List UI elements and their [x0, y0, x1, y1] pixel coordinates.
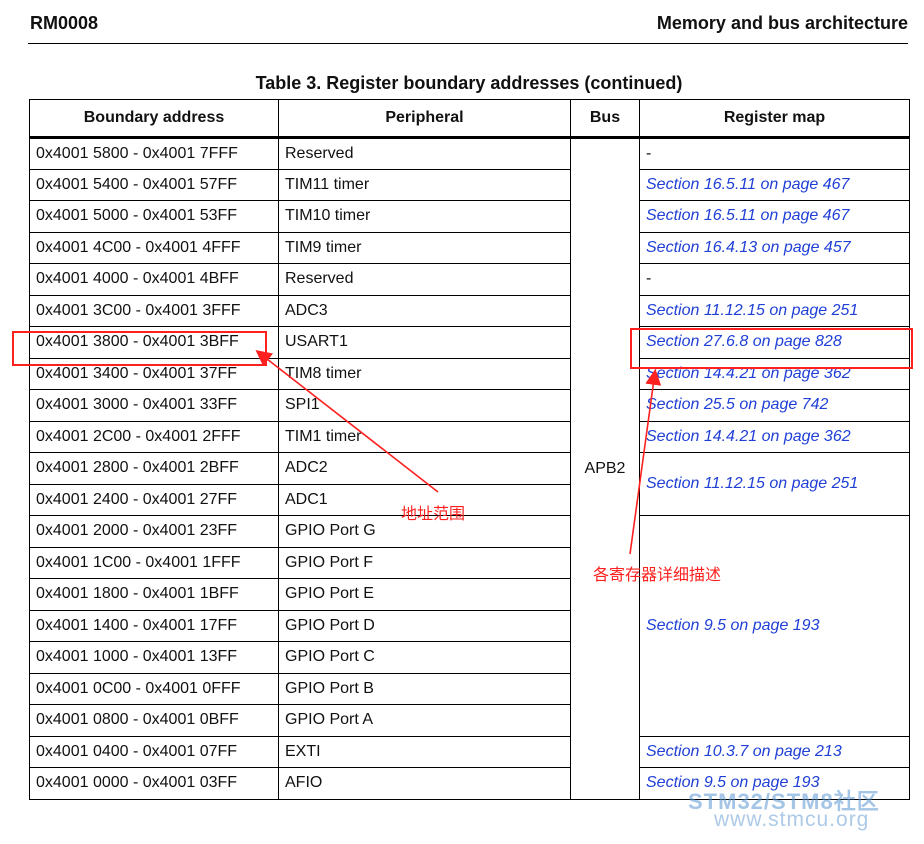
- address-range-note: 地址范围: [401, 504, 466, 523]
- register-annotation-arrow: [629, 368, 662, 555]
- register-detail-note: 各寄存器详细描述: [593, 565, 722, 584]
- community-watermark-url: www.stmcu.org: [714, 808, 870, 831]
- annotation-arrows: [255, 350, 662, 555]
- address-annotation-arrow: [255, 350, 439, 493]
